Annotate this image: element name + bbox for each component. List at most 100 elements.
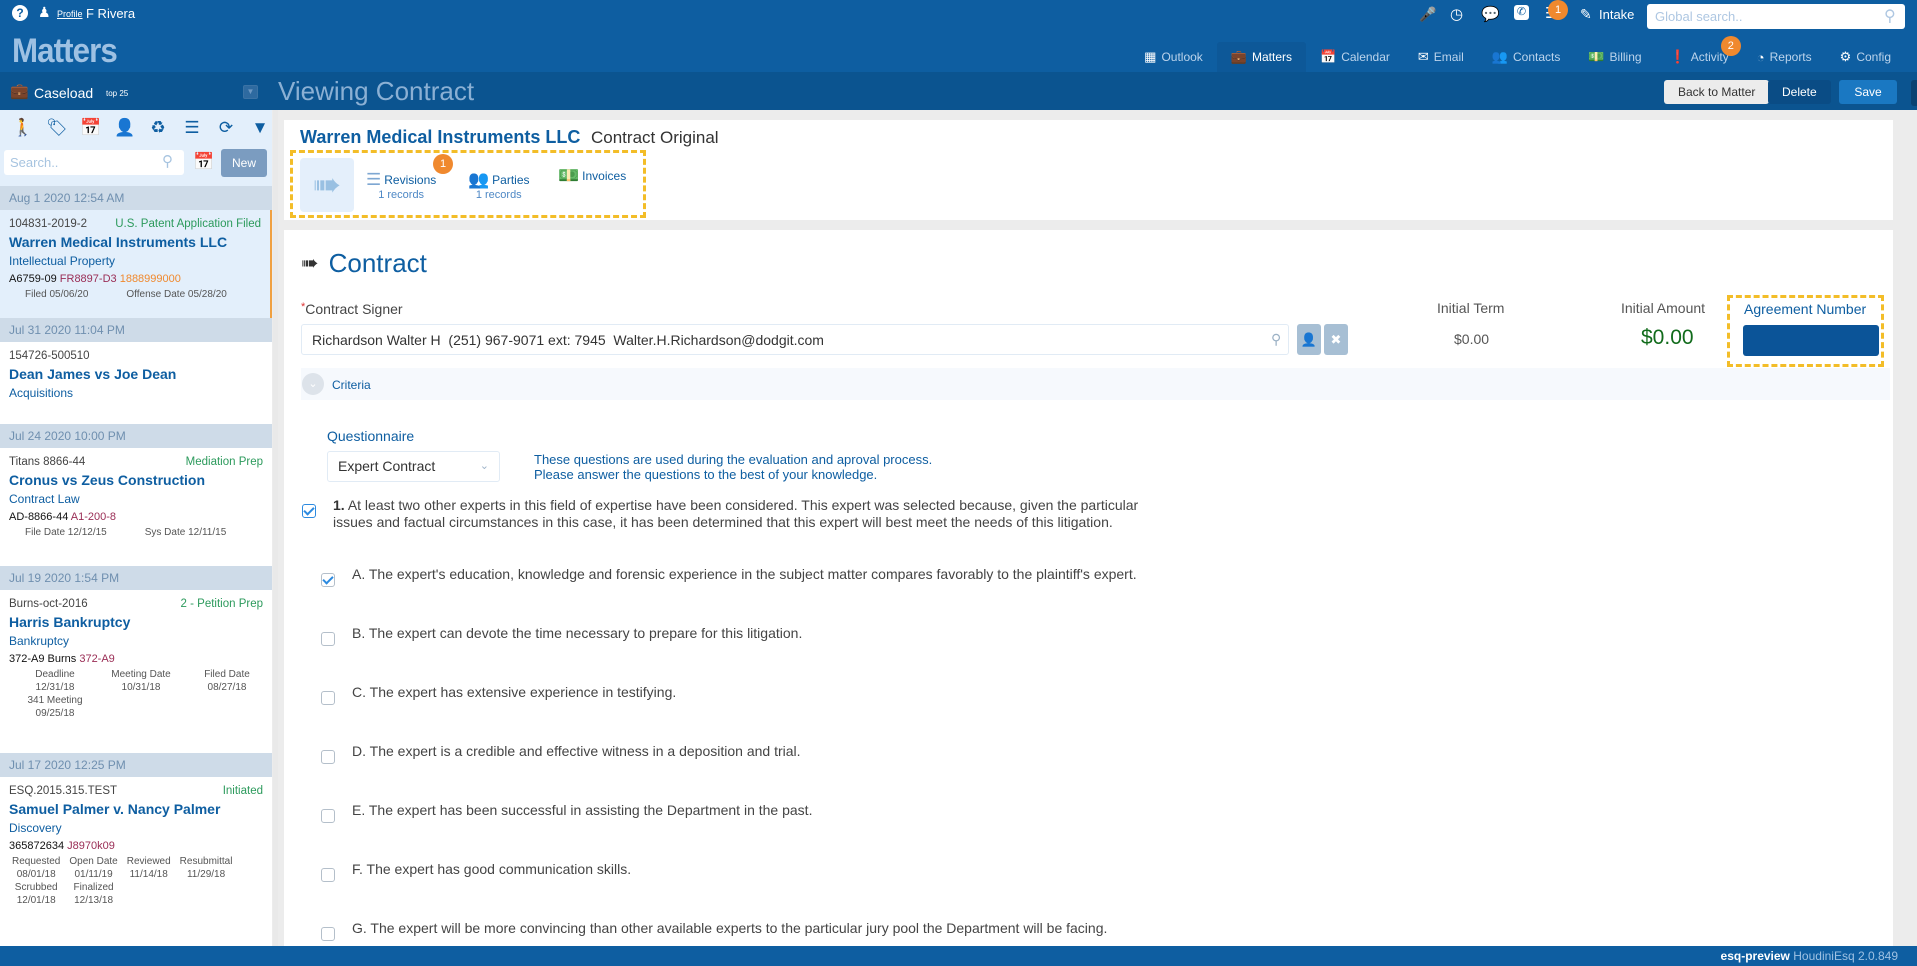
criteria-section[interactable]: ⌄ Criteria [301,368,1890,400]
nav-label: Matters [1251,50,1292,64]
case-status: Initiated [222,785,263,797]
record-subtitle: Contract Original [591,128,719,147]
search-icon[interactable]: ⚲ [162,152,173,170]
recycle-icon[interactable]: ♻ [148,118,168,138]
tab-invoices[interactable]: 💵 Invoices [558,166,626,186]
caseload-search-input[interactable] [4,150,184,175]
case-title[interactable]: Dean James vs Joe Dean [9,366,263,382]
question-g-checkbox[interactable] [321,927,335,941]
case-title[interactable]: Warren Medical Instruments LLC [9,234,261,250]
question-d-checkbox[interactable] [321,750,335,764]
help-icon[interactable]: ? [12,5,28,21]
save-button[interactable]: Save [1839,80,1897,104]
question-e-text: E. The expert has been successful in ass… [352,802,813,818]
case-item[interactable]: Burns-oct-2016 2 - Petition Prep Harris B… [0,590,272,753]
question-1-checkbox[interactable] [302,504,316,518]
user-secret-icon: ♟ [38,4,51,20]
nav-config[interactable]: ⚙ Config [1826,42,1905,72]
case-item[interactable]: 154726-500510 Dean James vs Joe Dean Acq… [0,342,272,424]
nav-outlook[interactable]: ▦ Outlook [1130,42,1217,72]
panel-toggle[interactable] [1911,80,1917,106]
questionnaire-help: These questions are used during the eval… [534,452,933,482]
matter-title[interactable]: Warren Medical Instruments LLC [300,127,580,148]
new-matter-button[interactable]: New [221,149,267,177]
case-item[interactable]: 104831-2019-2 U.S. Patent Application Fil… [0,210,272,318]
question-f-checkbox[interactable] [321,868,335,882]
delete-button[interactable]: Delete [1768,80,1831,104]
criteria-label[interactable]: Criteria [332,378,371,392]
case-title[interactable]: Samuel Palmer v. Nancy Palmer [9,801,263,817]
nav-label: Billing [1609,50,1642,64]
collapse-sidebar-icon[interactable]: ▼ [243,85,258,99]
envelope-icon: ✉ [1417,49,1429,64]
notification-badge: 1 [1548,0,1568,20]
person-icon[interactable]: 🚶 [12,118,33,138]
case-number: Titans 8866-44 [9,456,86,468]
case-type: Contract Law [9,492,80,506]
search-icon[interactable]: ⚲ [1271,331,1281,348]
calendar-icon[interactable]: 📅 [80,118,101,138]
nav-activity[interactable]: ❗ Activity 2 [1656,36,1743,72]
case-date-header: Aug 1 2020 12:54 AM [0,186,272,210]
tag-icon[interactable]: 🏷 [46,118,68,138]
clear-button[interactable]: ✖ [1324,324,1348,355]
question-g-text: G. The expert will be more convincing th… [352,920,1108,936]
sign-in-icon[interactable]: ➠ [300,158,354,212]
filter-icon[interactable]: ▼ [250,118,270,138]
case-title[interactable]: Cronus vs Zeus Construction [9,472,263,488]
case-title[interactable]: Harris Bankruptcy [9,614,263,630]
case-date-header: Jul 31 2020 11:04 PM [0,318,272,342]
tab-label: Revisions [384,173,437,187]
case-item[interactable]: Titans 8866-44 Mediation Prep Cronus vs Z… [0,448,272,566]
nav-matters[interactable]: 💼 Matters [1216,42,1306,72]
case-number: 154726-500510 [9,350,90,362]
case-date-header: Jul 19 2020 1:54 PM [0,566,272,590]
clock-icon[interactable]: ◷ [1450,5,1463,23]
case-type: Bankruptcy [9,634,70,648]
section-title: Contract [328,248,427,278]
question-a-checkbox[interactable] [321,573,335,587]
revisions-badge: 1 [433,154,453,174]
question-b-checkbox[interactable] [321,632,335,646]
user-icon[interactable]: 👤 [114,118,135,138]
calendar-icon[interactable]: 📅 [193,152,214,172]
tab-parties[interactable]: 👥 Parties 1 records [468,170,530,201]
comments-icon[interactable]: 💬 [1481,5,1500,23]
select-contact-button[interactable]: 👤 [1297,324,1321,355]
section-header: ➠ Contract [301,248,427,279]
tab-revisions[interactable]: ☰ Revisions 1 records [366,170,436,201]
back-to-matter-button[interactable]: Back to Matter [1664,80,1770,104]
case-number: ESQ.2015.315.TEST [9,785,118,797]
profile-link[interactable]: Profile [57,9,83,19]
question-c-checkbox[interactable] [321,691,335,705]
case-item[interactable]: ESQ.2015.315.TEST Initiated Samuel Palmer… [0,777,272,946]
questionnaire-select[interactable]: Expert Contract ⌄ [327,451,500,482]
contract-signer-input[interactable] [301,324,1289,355]
agreement-number-input[interactable] [1743,325,1879,356]
global-search-input[interactable] [1647,4,1905,29]
case-codes: AD-8866-44 A1-200-8 [9,511,117,523]
phone-icon[interactable]: ✆ [1514,5,1529,20]
chevron-down-icon[interactable]: ⌄ [302,373,324,395]
refresh-icon[interactable]: ⟳ [216,118,236,138]
nav-label: Contacts [1513,50,1561,64]
nav-email[interactable]: ✉ Email [1404,42,1478,72]
nav-reports[interactable]: ◔ Reports [1743,42,1826,72]
microphone-icon[interactable]: 🎤 [1419,6,1436,23]
tab-records: 1 records [475,189,522,201]
caseload-count: top 25 [106,89,129,98]
intake-link[interactable]: Intake [1599,7,1634,22]
tab-label: Parties [492,173,530,187]
question-e-checkbox[interactable] [321,809,335,823]
nav-billing[interactable]: 💵 Billing [1574,42,1655,72]
nav-contacts[interactable]: 👥 Contacts [1478,42,1575,72]
case-date-header: Jul 24 2020 10:00 PM [0,424,272,448]
caseload-title[interactable]: Caseload [34,85,93,101]
chevron-down-icon: ⌄ [479,460,489,472]
environment-label: esq-preview [1720,949,1790,963]
nav-calendar[interactable]: 📅 Calendar [1306,42,1404,72]
pie-chart-icon: ◔ [1756,49,1765,65]
sidebar-scrollbar[interactable] [273,110,278,946]
search-icon[interactable]: ⚲ [1884,6,1896,26]
list-icon[interactable]: ☰ [182,118,202,138]
